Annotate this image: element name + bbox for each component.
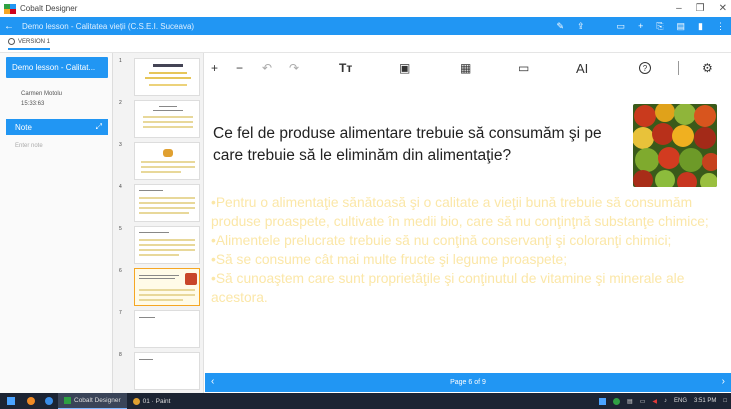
browser-icon[interactable]	[22, 393, 40, 409]
version-tab-row: VERSION 1	[0, 35, 731, 53]
back-arrow-icon[interactable]: ←	[0, 21, 18, 32]
add-element-icon[interactable]: +	[211, 59, 218, 77]
document-title: Demo lesson - Calitatea vieții (C.S.E.I.…	[22, 21, 195, 31]
minimize-icon[interactable]: –	[676, 3, 682, 14]
slide-thumbnail[interactable]	[134, 100, 200, 138]
author-block: Carmen Motolu 15:33:63	[21, 89, 62, 109]
expand-icon[interactable]: ⤢	[96, 122, 102, 132]
page-indicator: Page 6 of 9	[450, 379, 486, 386]
toolbar-divider	[678, 61, 679, 75]
bullet-item: •Să cunoaştem care sunt proprietăţile şi…	[211, 271, 685, 305]
font-tool-icon[interactable]: AΙ	[576, 59, 588, 77]
thumb-number: 6	[119, 268, 122, 274]
note-input[interactable]: Enter note	[15, 143, 43, 149]
battery-icon[interactable]: ▭	[640, 398, 646, 405]
windows-taskbar: Cobalt Designer 01 · Paint ▤ ▭ ◀ ♪ ENG 3…	[0, 393, 731, 409]
previous-page-icon[interactable]: ‹	[211, 376, 214, 387]
thumb-number: 2	[119, 100, 122, 106]
edge-icon[interactable]	[40, 393, 58, 409]
help-icon[interactable]: ?	[639, 62, 651, 74]
notification-flag-icon[interactable]: ◀	[652, 398, 657, 405]
slide-thumbnail[interactable]	[134, 226, 200, 264]
lesson-title-card[interactable]: Demo lesson - Calitat...	[6, 57, 108, 78]
tray-app-icon[interactable]	[613, 397, 621, 405]
start-button[interactable]	[0, 397, 22, 405]
thumb-number: 7	[119, 310, 122, 316]
slide-thumbnail[interactable]	[134, 310, 200, 348]
add-icon[interactable]: +	[638, 21, 643, 31]
action-center-icon[interactable]: □	[723, 398, 727, 404]
system-tray: ▤ ▭ ◀ ♪ ENG 3:51 PM □	[599, 393, 727, 409]
bullet-item: •Alimentele prelucrate trebuie să nu con…	[211, 233, 672, 248]
close-icon[interactable]: ✕	[719, 3, 727, 14]
slide-thumbnail[interactable]	[134, 142, 200, 180]
slide-thumbnail-active[interactable]	[134, 268, 200, 306]
edit-pencil-icon[interactable]: ✎	[556, 21, 564, 32]
app-header-bar: ← Demo lesson - Calitatea vieții (C.S.E.…	[0, 17, 731, 35]
note-header: Note ⤢	[6, 119, 108, 135]
settings-gear-icon[interactable]: ⚙	[702, 59, 713, 77]
slide-thumbnail[interactable]	[134, 184, 200, 222]
undo-icon[interactable]: ↶	[262, 59, 272, 77]
image-tool-icon[interactable]: ▣	[399, 59, 410, 77]
taskbar-app-paint[interactable]: 01 · Paint	[127, 393, 177, 409]
cobalt-app-icon	[64, 397, 71, 404]
clock-icon	[8, 38, 15, 45]
app-logo-icon	[4, 3, 16, 14]
fruits-vegetables-image[interactable]	[633, 104, 717, 187]
clock-time[interactable]: 3:51 PM	[694, 398, 716, 404]
copy-icon[interactable]: ⎘	[656, 21, 663, 32]
page-navigation-bar: ‹ Page 6 of 9 ›	[205, 373, 731, 392]
paint-app-icon	[132, 397, 140, 405]
redo-icon[interactable]: ↷	[289, 59, 299, 77]
layout-tool-icon[interactable]: ▭	[518, 59, 529, 77]
thumb-number: 4	[119, 184, 122, 190]
slide-thumbnail[interactable]	[134, 58, 200, 96]
share-icon[interactable]: ⇪	[577, 21, 585, 32]
note-label: Note	[15, 122, 32, 132]
thumb-number: 3	[119, 142, 122, 148]
video-tool-icon[interactable]: ▦	[460, 59, 471, 77]
windows-logo-icon	[7, 397, 15, 405]
remove-element-icon[interactable]: −	[236, 59, 243, 77]
restore-icon[interactable]: ❐	[696, 3, 705, 14]
slide-thumbnail[interactable]	[134, 352, 200, 390]
tab-version-1[interactable]: VERSION 1	[8, 38, 51, 50]
delete-icon[interactable]: ▮	[698, 21, 703, 32]
slide-canvas: Ce fel de produse alimentare trebuie să …	[205, 83, 731, 373]
save-icon[interactable]: ▤	[677, 21, 686, 32]
lesson-sidebar: Demo lesson - Calitat... Carmen Motolu 1…	[0, 53, 113, 393]
bullet-item: •Pentru o alimentaţie sănătoasă şi o cal…	[211, 195, 709, 229]
text-tool-icon[interactable]: Tт	[339, 59, 352, 77]
slide-thumbnails: 1 2 3 4 5 6 7 8	[113, 53, 204, 393]
volume-icon[interactable]: ♪	[664, 398, 667, 404]
taskbar-app-label: Cobalt Designer	[74, 397, 121, 404]
window-controls: – ❐ ✕	[676, 0, 727, 17]
next-page-icon[interactable]: ›	[722, 376, 725, 387]
author-name: Carmen Motolu	[21, 91, 63, 97]
header-tools: ✎ ⇪ ▭ + ⎘ ▤ ▮ ⋮	[556, 17, 725, 35]
slide-bullet-list[interactable]: •Pentru o alimentaţie sănătoasă şi o cal…	[211, 193, 721, 307]
language-indicator[interactable]: ENG	[674, 398, 687, 404]
more-icon[interactable]: ⋮	[716, 21, 725, 32]
tray-app-icon[interactable]	[599, 397, 607, 405]
thumb-number: 8	[119, 352, 122, 358]
thumb-number: 5	[119, 226, 122, 232]
bullet-item: •Să se consume cât mai multe fructe şi l…	[211, 252, 568, 267]
present-icon[interactable]: ▭	[617, 21, 626, 32]
slide-heading[interactable]: Ce fel de produse alimentare trebuie să …	[213, 123, 633, 167]
taskbar-app-cobalt[interactable]: Cobalt Designer	[58, 393, 127, 409]
thumb-number: 1	[119, 58, 122, 64]
editor-toolbar: + − ↶ ↷ Tт ▣ ▦ ▭ AΙ ? ⚙	[205, 53, 731, 83]
window-titlebar: Cobalt Designer – ❐ ✕	[0, 0, 731, 17]
network-icon[interactable]: ▤	[627, 398, 633, 405]
version-tab-label: VERSION 1	[18, 38, 51, 45]
taskbar-app-label: 01 · Paint	[142, 397, 171, 405]
app-title: Cobalt Designer	[20, 4, 78, 13]
author-time: 15:33:63	[21, 101, 45, 107]
